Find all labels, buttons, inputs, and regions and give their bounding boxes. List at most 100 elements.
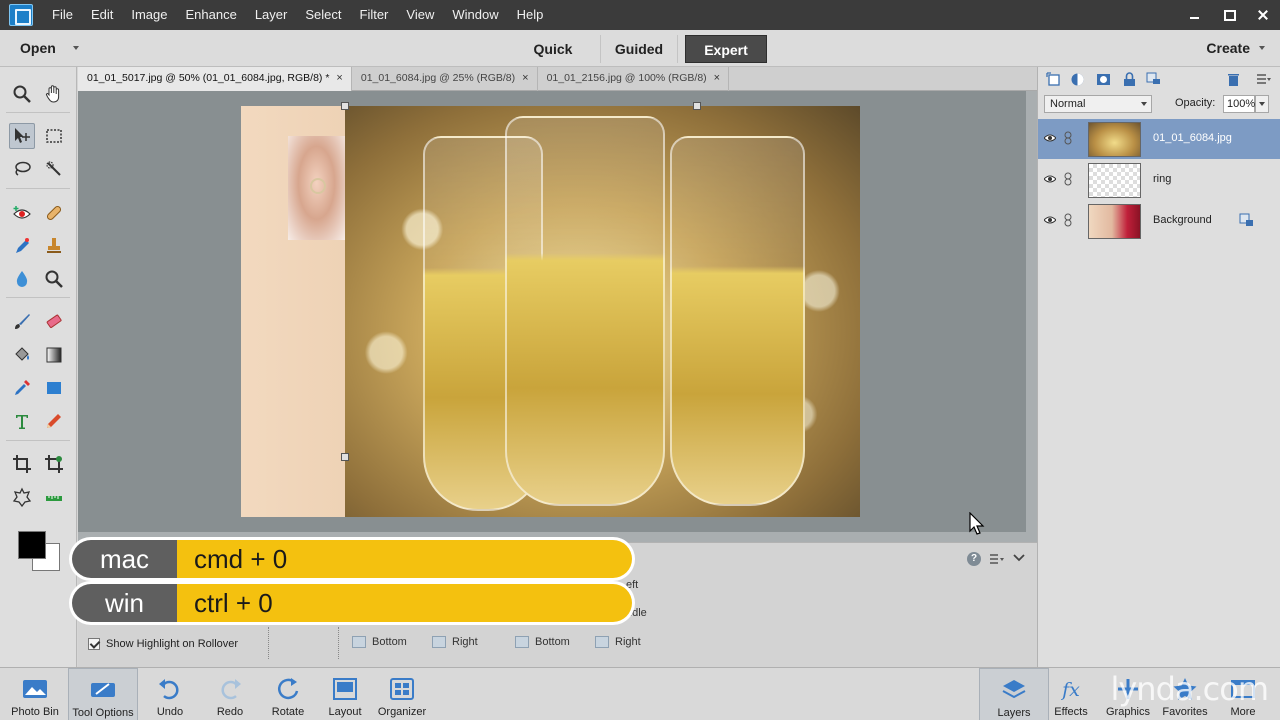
champagne-layer-image[interactable] [345, 106, 860, 517]
background-lock-icon[interactable] [1239, 213, 1254, 228]
visibility-eye-icon[interactable] [1044, 174, 1056, 184]
trash-icon[interactable] [1226, 72, 1241, 87]
minimize-icon[interactable] [1188, 8, 1202, 22]
win-keys: ctrl + 0 [177, 584, 632, 622]
create-dropdown-icon[interactable] [1259, 46, 1265, 50]
menu-image[interactable]: Image [122, 0, 176, 30]
transform-handle[interactable] [341, 453, 349, 461]
champagne-flute [505, 116, 665, 506]
doc-tab-2156[interactable]: 01_01_2156.jpg @ 100% (RGB/8) × [538, 67, 730, 91]
photo-bin-button[interactable]: Photo Bin [0, 668, 70, 720]
transform-handle[interactable] [341, 102, 349, 110]
menu-enhance[interactable]: Enhance [177, 0, 246, 30]
visibility-eye-icon[interactable] [1044, 215, 1056, 225]
recompose-tool-icon[interactable] [41, 451, 67, 477]
show-highlight-checkbox[interactable]: Show Highlight on Rollover [88, 638, 238, 650]
create-button[interactable]: Create [1206, 30, 1250, 67]
layers-icon [1002, 680, 1026, 699]
quick-selection-icon[interactable] [41, 156, 67, 182]
red-eye-icon[interactable] [9, 200, 35, 226]
menu-help[interactable]: Help [508, 0, 553, 30]
link-icon[interactable] [1064, 172, 1072, 186]
rectangle-shape-icon[interactable] [41, 375, 67, 401]
win-shortcut-pill: win ctrl + 0 [69, 581, 635, 625]
doc-tab-5017[interactable]: 01_01_5017.jpg @ 50% (01_01_6084.jpg, RG… [78, 67, 352, 91]
pencil-tool-icon[interactable] [41, 408, 67, 434]
transform-handle[interactable] [693, 102, 701, 110]
opacity-input[interactable]: 100% [1223, 95, 1255, 113]
eraser-tool-icon[interactable] [41, 309, 67, 335]
mode-guided-button[interactable]: Guided [600, 35, 678, 63]
distribute-bottom-icon [515, 636, 529, 648]
link-icon[interactable] [1064, 131, 1072, 145]
blend-mode-select[interactable]: Normal [1044, 95, 1152, 113]
vertical-scrollbar[interactable] [1026, 91, 1037, 542]
lock-transparency-icon[interactable] [1146, 72, 1161, 87]
distribute-bottom-label: Bottom [535, 636, 570, 648]
toolbox-divider [6, 188, 70, 189]
new-layer-icon[interactable] [1046, 72, 1061, 87]
align-bottom-option[interactable]: Bottom [352, 636, 407, 648]
type-tool-icon[interactable] [9, 408, 35, 434]
foreground-color-swatch[interactable] [18, 531, 46, 559]
mode-quick-button[interactable]: Quick [522, 35, 584, 63]
layer-mask-icon[interactable] [1096, 72, 1111, 87]
opacity-label: Opacity: [1175, 97, 1216, 109]
straighten-tool-icon[interactable] [41, 484, 67, 510]
menu-filter[interactable]: Filter [351, 0, 398, 30]
align-right-label: Right [452, 636, 478, 648]
menu-select[interactable]: Select [296, 0, 350, 30]
menu-file[interactable]: File [43, 0, 82, 30]
chevron-down-icon[interactable] [1013, 553, 1025, 563]
organizer-button[interactable]: Organizer [367, 668, 437, 720]
gradient-tool-icon[interactable] [41, 342, 67, 368]
menu-edit[interactable]: Edit [82, 0, 122, 30]
panel-menu-icon[interactable] [1256, 72, 1271, 87]
doc-tab-6084[interactable]: 01_01_6084.jpg @ 25% (RGB/8) × [352, 67, 538, 91]
close-icon[interactable] [1256, 8, 1270, 22]
layer-row-ring[interactable]: ring [1038, 160, 1280, 200]
sponge-zoom-icon[interactable] [41, 266, 67, 292]
tab-close-icon[interactable]: × [336, 67, 342, 91]
adjustment-layer-icon[interactable] [1070, 72, 1085, 87]
opacity-dropdown[interactable] [1255, 95, 1269, 113]
lasso-tool-icon[interactable] [9, 156, 35, 182]
open-dropdown-icon[interactable] [73, 46, 79, 50]
align-right-option[interactable]: Right [432, 636, 478, 648]
menu-layer[interactable]: Layer [246, 0, 297, 30]
tab-close-icon[interactable]: × [714, 67, 720, 91]
link-icon[interactable] [1064, 213, 1072, 227]
checkbox-checked-icon[interactable] [88, 638, 100, 650]
visibility-eye-icon[interactable] [1044, 133, 1056, 143]
paint-bucket-icon[interactable] [9, 342, 35, 368]
layer-row-background[interactable]: Background [1038, 201, 1280, 241]
maximize-icon[interactable] [1222, 8, 1236, 22]
tab-close-icon[interactable]: × [522, 67, 528, 91]
document-image[interactable] [241, 106, 860, 517]
cookie-cutter-icon[interactable] [9, 484, 35, 510]
bottom-bar: Photo Bin Tool Options Undo Redo Rotate … [0, 667, 1280, 720]
crop-tool-icon[interactable] [9, 451, 35, 477]
mode-expert-button[interactable]: Expert [685, 35, 767, 63]
eyedropper-icon[interactable] [9, 375, 35, 401]
menu-window[interactable]: Window [443, 0, 507, 30]
canvas-area[interactable] [78, 91, 1037, 542]
open-button[interactable]: Open [20, 30, 56, 67]
lock-icon[interactable] [1122, 72, 1137, 87]
smart-brush-icon[interactable] [9, 233, 35, 259]
distribute-bottom-option[interactable]: Bottom [515, 636, 570, 648]
hand-tool-icon[interactable] [41, 81, 67, 107]
tool-options-button[interactable]: Tool Options [68, 668, 138, 720]
menu-view[interactable]: View [397, 0, 443, 30]
clone-stamp-icon[interactable] [41, 233, 67, 259]
layer-row-6084[interactable]: 01_01_6084.jpg [1038, 119, 1280, 159]
help-icon[interactable]: ? [967, 552, 981, 566]
rectangular-marquee-icon[interactable] [41, 123, 67, 149]
brush-tool-icon[interactable] [9, 309, 35, 335]
blur-tool-icon[interactable] [9, 266, 35, 292]
spot-healing-icon[interactable] [41, 200, 67, 226]
distribute-right-option[interactable]: Right [595, 636, 641, 648]
move-tool-icon[interactable] [9, 123, 35, 149]
panel-menu-icon[interactable] [990, 553, 1004, 565]
zoom-tool-icon[interactable] [9, 81, 35, 107]
